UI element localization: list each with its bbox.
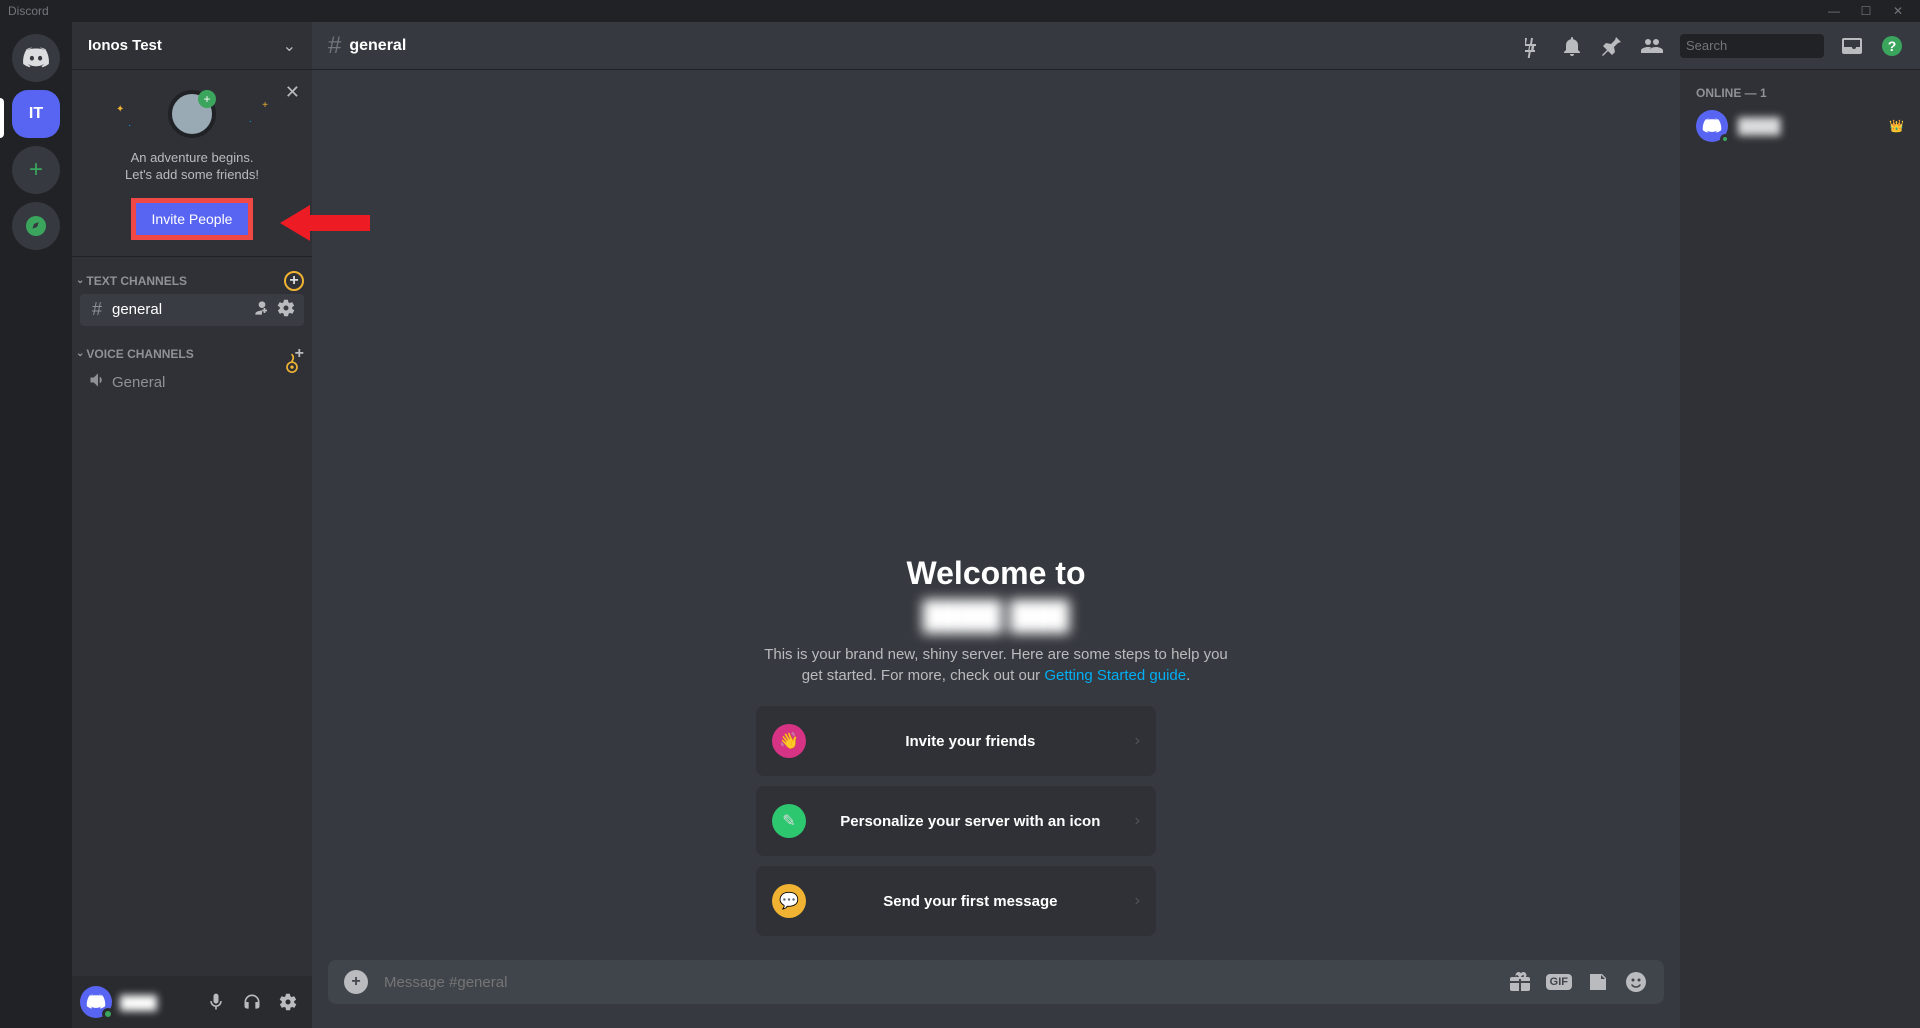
channel-general[interactable]: # general	[80, 294, 304, 326]
inbox-button[interactable]	[1840, 34, 1864, 58]
pinned-messages-button[interactable]	[1600, 34, 1624, 58]
message-actions: GIF	[1508, 970, 1648, 994]
welcome-block: Welcome to ████ ███ This is your brand n…	[756, 555, 1236, 936]
invite-people-button[interactable]: Invite People	[136, 203, 249, 235]
welcome-description: This is your brand new, shiny server. He…	[756, 644, 1236, 686]
close-button[interactable]: ✕	[1884, 4, 1912, 18]
server-name: Ionos Test	[88, 37, 162, 54]
username[interactable]: ████	[120, 995, 192, 1010]
sticker-button[interactable]	[1586, 970, 1610, 994]
welcome-card-first-message[interactable]: 💬 Send your first message ›	[756, 866, 1156, 936]
titlebar: Discord — ☐ ✕	[0, 0, 1920, 22]
chat-header: # general ?	[312, 22, 1920, 70]
discord-icon	[22, 44, 50, 72]
mute-button[interactable]	[200, 986, 232, 1018]
members-group-label: ONLINE — 1	[1688, 86, 1912, 100]
status-online-icon	[1720, 134, 1730, 144]
chevron-right-icon: ›	[1135, 812, 1140, 830]
hash-icon: #	[88, 299, 106, 320]
category-voice-channels[interactable]: ⌄ VOICE CHANNELS +	[72, 342, 312, 366]
member-name: ████	[1738, 118, 1879, 135]
explore-servers-button[interactable]	[12, 202, 60, 250]
search-box[interactable]	[1680, 34, 1824, 58]
voice-channel-general[interactable]: General	[80, 367, 304, 399]
sparkle-icon: ✦	[116, 104, 124, 115]
deafen-button[interactable]	[236, 986, 268, 1018]
compass-icon	[24, 214, 48, 238]
sparkle-icon: ·	[128, 120, 131, 131]
attach-button[interactable]: +	[344, 970, 368, 994]
crown-icon: 👑	[1889, 119, 1904, 133]
first-message-icon: 💬	[772, 884, 806, 918]
sparkle-icon: ·	[249, 116, 252, 127]
invite-card: ✕ ✦ · + · + An adventure begins.Let's ad…	[72, 70, 312, 257]
notifications-button[interactable]	[1560, 34, 1584, 58]
invite-text: An adventure begins.Let's add some frien…	[88, 150, 296, 184]
getting-started-link[interactable]: Getting Started guide	[1044, 667, 1186, 684]
server-selected-indicator	[0, 98, 4, 138]
invite-friends-icon: 👋	[772, 724, 806, 758]
add-server-button[interactable]: +	[12, 146, 60, 194]
home-button[interactable]	[12, 34, 60, 82]
search-input[interactable]	[1686, 38, 1862, 53]
app-name: Discord	[8, 4, 49, 18]
status-online-icon	[102, 1008, 114, 1020]
chevron-down-icon: ⌄	[76, 348, 84, 359]
plus-badge-icon: +	[198, 90, 216, 108]
minimize-button[interactable]: —	[1820, 4, 1848, 18]
message-input-wrap: + GIF	[312, 960, 1680, 1028]
hash-icon: #	[328, 32, 341, 60]
chevron-down-icon: ⌄	[283, 36, 296, 56]
chevron-right-icon: ›	[1135, 892, 1140, 910]
invite-button-highlight: Invite People	[131, 198, 254, 240]
server-rail: IT +	[0, 22, 72, 1028]
svg-text:?: ?	[1888, 38, 1897, 54]
welcome-card-invite-friends[interactable]: 👋 Invite your friends ›	[756, 706, 1156, 776]
chevron-down-icon: ⌄	[76, 275, 84, 286]
welcome-card-personalize[interactable]: ✎ Personalize your server with an icon ›	[756, 786, 1156, 856]
members-list: ONLINE — 1 ████ 👑	[1680, 70, 1920, 1028]
threads-button[interactable]	[1520, 34, 1544, 58]
user-settings-button[interactable]	[272, 986, 304, 1018]
gif-button[interactable]: GIF	[1546, 970, 1572, 994]
message-textbox[interactable]	[384, 974, 1492, 991]
member-avatar	[1696, 110, 1728, 142]
user-panel: ████	[72, 976, 312, 1028]
message-scroll[interactable]: Welcome to ████ ███ This is your brand n…	[312, 70, 1680, 960]
message-input[interactable]: + GIF	[328, 960, 1664, 1004]
maximize-button[interactable]: ☐	[1852, 4, 1880, 18]
member-list-button[interactable]	[1640, 34, 1664, 58]
server-ionos-test[interactable]: IT	[12, 90, 60, 138]
user-avatar[interactable]	[80, 986, 112, 1018]
channel-sidebar: Ionos Test ⌄ ✕ ✦ · + · + An adventure be…	[72, 22, 312, 1028]
category-text-channels[interactable]: ⌄ TEXT CHANNELS +	[72, 269, 312, 293]
welcome-cards: 👋 Invite your friends › ✎ Personalize yo…	[756, 706, 1156, 936]
edit-channel-icon[interactable]	[276, 298, 296, 321]
channel-list: ⌄ TEXT CHANNELS + # general ⌄ VOICE CHAN…	[72, 257, 312, 976]
chat-messages: Welcome to ████ ███ This is your brand n…	[312, 70, 1680, 1028]
channel-title: general	[349, 37, 1512, 55]
user-controls	[200, 986, 304, 1018]
discord-icon	[1702, 116, 1722, 136]
personalize-icon: ✎	[772, 804, 806, 838]
emoji-button[interactable]	[1624, 970, 1648, 994]
chat-toolbar: ?	[1520, 34, 1904, 58]
invite-art: ✦ · + · +	[88, 86, 296, 142]
create-channel-button[interactable]: +	[284, 271, 304, 291]
chevron-right-icon: ›	[1135, 732, 1140, 750]
window-controls: — ☐ ✕	[1820, 4, 1912, 18]
welcome-title: Welcome to	[756, 555, 1236, 592]
main: # general ? Welcome to ██	[312, 22, 1920, 1028]
sparkle-icon: +	[262, 100, 268, 111]
welcome-server-name: ████ ███	[923, 600, 1070, 632]
server-header[interactable]: Ionos Test ⌄	[72, 22, 312, 70]
speaker-icon	[88, 370, 106, 395]
invite-avatar: +	[168, 90, 216, 138]
member-row[interactable]: ████ 👑	[1688, 106, 1912, 146]
chat-body: Welcome to ████ ███ This is your brand n…	[312, 70, 1920, 1028]
gift-button[interactable]	[1508, 970, 1532, 994]
create-invite-icon[interactable]	[252, 298, 272, 321]
help-button[interactable]: ?	[1880, 34, 1904, 58]
hint-exclamation-icon	[282, 353, 302, 373]
